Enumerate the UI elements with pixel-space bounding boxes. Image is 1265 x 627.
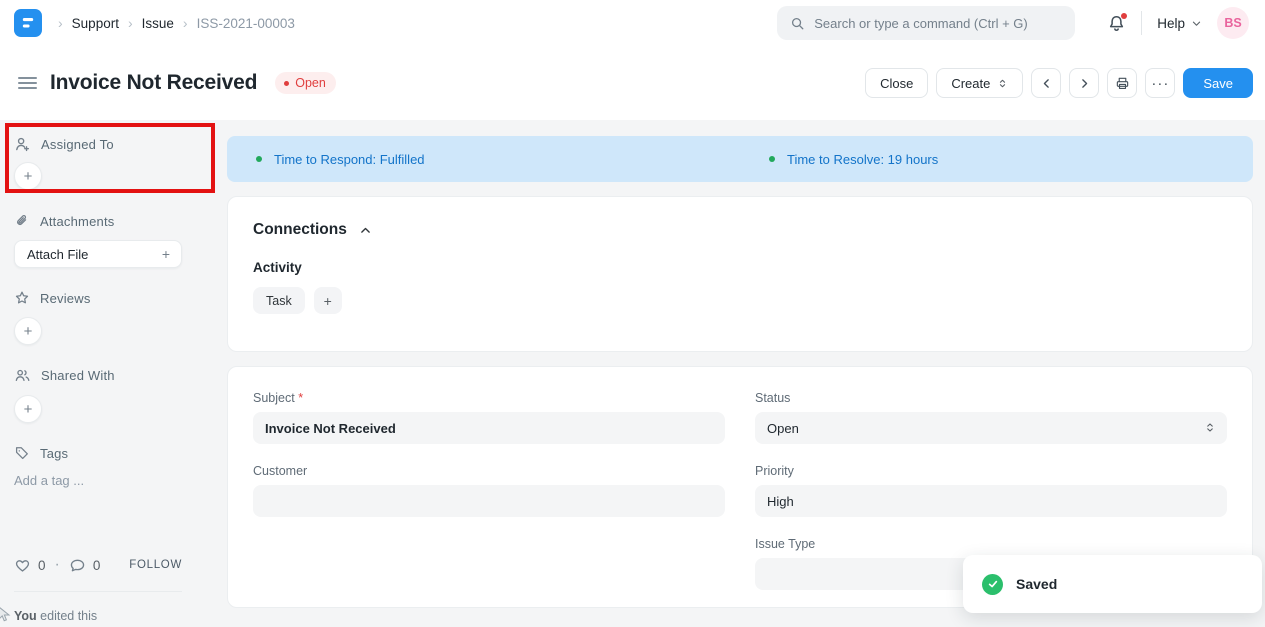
field-customer: Customer [253, 464, 725, 517]
field-status: Status [755, 391, 1227, 444]
global-search[interactable] [777, 6, 1075, 40]
user-avatar[interactable]: BS [1217, 7, 1249, 39]
add-task-button[interactable]: + [314, 287, 342, 314]
tags-section-label: Tags [14, 445, 213, 461]
printer-icon [1115, 76, 1130, 91]
connections-header[interactable]: Connections [253, 221, 1227, 239]
shared-with-section-label: Shared With [14, 367, 213, 384]
ellipsis-icon: ··· [1151, 76, 1169, 91]
navbar: › Support › Issue › ISS-2021-00003 Help … [0, 0, 1265, 46]
task-link-button[interactable]: Task [253, 287, 305, 314]
green-dot-icon [256, 156, 262, 162]
tag-icon [14, 445, 30, 461]
print-button[interactable] [1107, 68, 1137, 98]
dot-separator: · [55, 556, 60, 574]
green-dot-icon [769, 156, 775, 162]
breadcrumb-separator: › [183, 15, 188, 31]
priority-input[interactable] [755, 485, 1227, 517]
form-sidebar: Assigned To + Attachments Attach File + … [0, 120, 227, 627]
add-assignment-button[interactable]: + [14, 162, 42, 190]
search-icon [790, 16, 805, 31]
page-title: Invoice Not Received [50, 71, 257, 95]
create-button[interactable]: Create [936, 68, 1023, 98]
status-label: Status [755, 391, 1227, 405]
save-button[interactable]: Save [1183, 68, 1253, 98]
comment-icon[interactable] [69, 557, 86, 574]
customer-input[interactable] [253, 485, 725, 517]
app-logo-icon[interactable] [14, 9, 42, 37]
help-menu[interactable]: Help [1157, 16, 1202, 31]
last-edited-info: You edited this just now [14, 607, 213, 627]
star-icon [14, 290, 30, 306]
plus-icon: + [162, 246, 170, 262]
people-icon [14, 367, 31, 384]
attach-file-button[interactable]: Attach File + [14, 240, 182, 268]
notifications-button[interactable] [1107, 14, 1126, 33]
saved-toast: Saved [963, 555, 1262, 613]
sla-banner: Time to Respond: Fulfilled Time to Resol… [227, 136, 1253, 182]
header-actions: Close Create ··· Save [865, 68, 1253, 98]
connections-title: Connections [253, 221, 347, 239]
add-share-button[interactable]: + [14, 395, 42, 423]
sla-resolve-item: Time to Resolve: 19 hours [740, 152, 1253, 167]
priority-label: Priority [755, 464, 1227, 478]
check-circle-icon [982, 574, 1003, 595]
connections-group-label: Activity [253, 260, 1227, 275]
sla-resolve-text: Time to Resolve: 19 hours [787, 152, 938, 167]
breadcrumb-issue[interactable]: Issue [142, 16, 174, 31]
reviews-section-label: Reviews [14, 290, 213, 306]
subject-label: Subject * [253, 391, 725, 405]
next-document-button[interactable] [1069, 68, 1099, 98]
chevron-left-icon [1040, 77, 1053, 90]
customer-label: Customer [253, 464, 725, 478]
field-empty-spacer [253, 537, 725, 590]
form-body: Time to Respond: Fulfilled Time to Resol… [227, 120, 1265, 608]
assigned-to-section-label: Assigned To [14, 136, 213, 153]
navbar-divider [1141, 11, 1142, 35]
connections-links: Task + [253, 287, 1227, 314]
select-expand-icon [997, 78, 1008, 89]
assign-user-plus-icon [14, 136, 31, 153]
comments-count: 0 [93, 558, 101, 573]
search-input[interactable] [814, 16, 1062, 31]
status-dot-icon [284, 81, 289, 86]
sla-respond-item: Time to Respond: Fulfilled [227, 152, 740, 167]
field-subject: Subject * [253, 391, 725, 444]
chevron-right-icon [1078, 77, 1091, 90]
heart-icon[interactable] [14, 557, 31, 574]
status-badge: Open [275, 72, 336, 94]
help-label: Help [1157, 16, 1185, 31]
attachments-section-label: Attachments [14, 213, 213, 229]
toast-message: Saved [1016, 576, 1057, 592]
sidebar-divider [14, 591, 182, 592]
sla-respond-text: Time to Respond: Fulfilled [274, 152, 425, 167]
required-mark: * [298, 391, 303, 405]
likes-count: 0 [38, 558, 46, 573]
menu-icon[interactable] [16, 71, 39, 95]
field-priority: Priority [755, 464, 1227, 517]
status-badge-label: Open [295, 76, 326, 90]
menu-ellipsis-button[interactable]: ··· [1145, 68, 1175, 98]
add-tag-input[interactable]: Add a tag ... [14, 473, 213, 488]
breadcrumb-separator: › [58, 15, 63, 31]
previous-document-button[interactable] [1031, 68, 1061, 98]
close-button[interactable]: Close [865, 68, 928, 98]
breadcrumb-support[interactable]: Support [72, 16, 119, 31]
page-content: Assigned To + Attachments Attach File + … [0, 120, 1265, 627]
chevron-down-icon [1191, 18, 1202, 29]
breadcrumb: › Support › Issue › ISS-2021-00003 [58, 15, 295, 31]
follow-button[interactable]: FOLLOW [129, 559, 182, 571]
page-header: Invoice Not Received Open Close Create ·… [0, 46, 1265, 120]
breadcrumb-issue-id: ISS-2021-00003 [197, 16, 295, 31]
connections-section: Connections Activity Task + [227, 196, 1253, 352]
breadcrumb-separator: › [128, 15, 133, 31]
status-select[interactable] [755, 412, 1227, 444]
chevron-up-icon [359, 224, 372, 237]
notification-dot [1121, 13, 1127, 19]
subject-input[interactable] [253, 412, 725, 444]
issue-type-label: Issue Type [755, 537, 1227, 551]
social-row: 0 · 0 FOLLOW [14, 556, 182, 574]
add-review-button[interactable]: + [14, 317, 42, 345]
paperclip-icon [14, 213, 30, 229]
